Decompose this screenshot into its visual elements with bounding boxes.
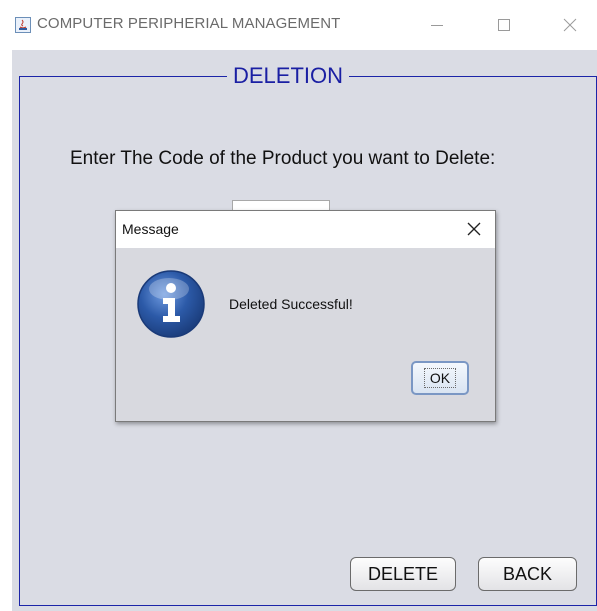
minimize-icon [431, 25, 443, 26]
maximize-button[interactable] [487, 10, 521, 40]
close-icon [563, 18, 577, 32]
dialog-title: Message [122, 221, 179, 237]
info-icon [137, 270, 205, 338]
window-close-button[interactable] [553, 10, 587, 40]
window-title: COMPUTER PERIPHERIAL MANAGEMENT [37, 15, 341, 32]
delete-button[interactable]: DELETE [350, 557, 456, 591]
ok-button-label: OK [423, 368, 457, 388]
close-icon [467, 222, 481, 236]
dialog-message: Deleted Successful! [229, 296, 353, 312]
ok-button[interactable]: OK [411, 361, 469, 395]
message-dialog: Message Deleted Successful! OK [115, 210, 496, 422]
delete-prompt-label: Enter The Code of the Product you want t… [70, 148, 496, 169]
back-button[interactable]: BACK [478, 557, 577, 591]
maximize-icon [498, 19, 510, 31]
window-titlebar: COMPUTER PERIPHERIAL MANAGEMENT [0, 0, 597, 50]
dialog-titlebar: Message [116, 211, 495, 248]
minimize-button[interactable] [420, 10, 454, 40]
dialog-close-button[interactable] [463, 218, 485, 240]
java-app-icon [15, 17, 31, 33]
group-title: DELETION [227, 63, 350, 89]
